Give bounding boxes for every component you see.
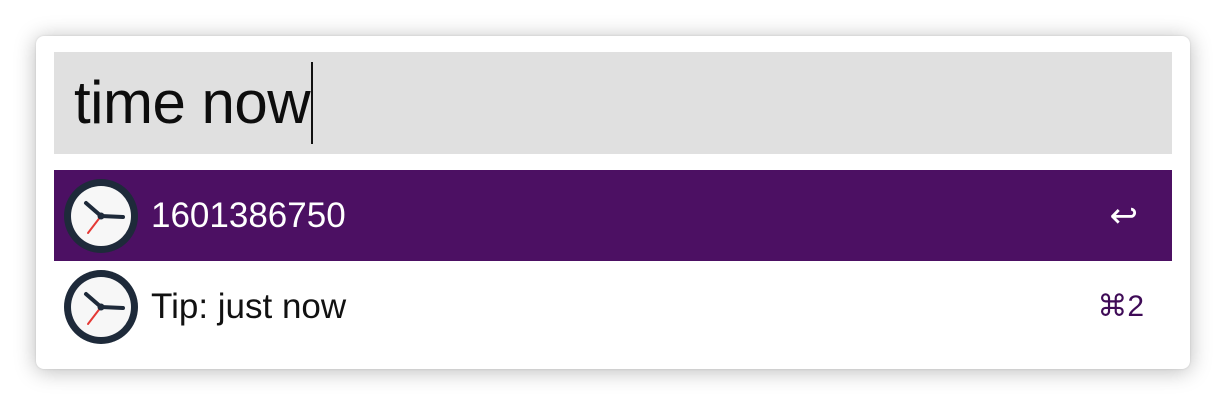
launcher-window: time now 1601386750 ↩ Tip: just now ⌘2 xyxy=(36,36,1190,369)
result-title: Tip: just now xyxy=(151,287,347,326)
result-item-tip[interactable]: Tip: just now ⌘2 xyxy=(54,261,1172,352)
text-cursor xyxy=(311,62,314,144)
clock-icon xyxy=(64,270,138,344)
return-key-icon: ↩ xyxy=(1109,196,1139,235)
keyboard-shortcut: ⌘2 xyxy=(1097,289,1144,323)
search-field[interactable]: time now xyxy=(54,52,1172,154)
results-list: 1601386750 ↩ Tip: just now ⌘2 xyxy=(54,170,1172,352)
result-title: 1601386750 xyxy=(151,196,346,235)
clock-icon xyxy=(64,179,138,253)
result-item-timestamp[interactable]: 1601386750 ↩ xyxy=(54,170,1172,261)
search-input[interactable]: time now xyxy=(74,73,311,133)
